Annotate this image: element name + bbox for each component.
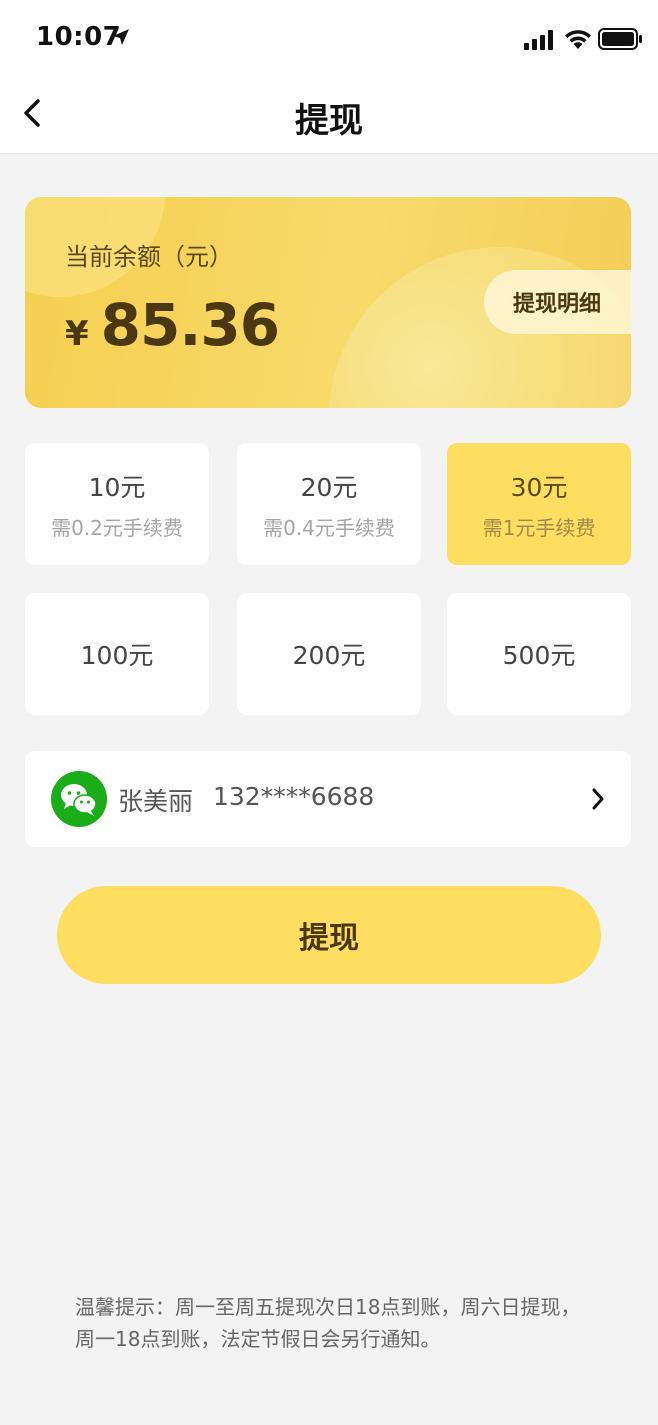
balance-card: 当前余额（元） ¥ 85.36 提现明细: [25, 197, 631, 408]
option-fee: 需0.4元手续费: [263, 515, 395, 540]
chevron-right-icon: [592, 788, 604, 810]
withdraw-detail-button[interactable]: 提现明细: [484, 270, 631, 334]
withdraw-account-row[interactable]: 张美丽 132****6688: [25, 751, 631, 847]
page-title: 提现: [295, 101, 363, 141]
nav-bar: 提现: [0, 75, 658, 154]
option-fee: 需0.2元手续费: [51, 515, 183, 540]
status-bar: 10:07: [0, 0, 658, 75]
option-amount: 500元: [502, 641, 576, 670]
balance-amount: ¥ 85.36: [65, 291, 280, 359]
account-phone: 132****6688: [213, 782, 375, 811]
signal-icon: [524, 30, 553, 50]
amount-option-100[interactable]: 100元: [25, 593, 209, 715]
option-amount: 10元: [88, 472, 146, 502]
tips-text: 温馨提示：周一至周五提现次日18点到账，周六日提现，周一18点到账，法定节假日会…: [75, 1295, 581, 1351]
amount-option-10[interactable]: 10元 需0.2元手续费: [25, 443, 209, 565]
amount-option-200[interactable]: 200元: [237, 593, 421, 715]
amount-option-20[interactable]: 20元 需0.4元手续费: [237, 443, 421, 565]
option-amount: 20元: [300, 472, 358, 502]
option-amount: 30元: [510, 472, 568, 502]
wifi-icon: [565, 30, 591, 49]
location-arrow-icon: [113, 29, 129, 45]
amount-option-30[interactable]: 30元 需1元手续费: [447, 443, 631, 565]
balance-value: 85.36: [100, 291, 280, 359]
amount-option-500[interactable]: 500元: [447, 593, 631, 715]
option-amount: 100元: [80, 641, 154, 670]
option-fee: 需1元手续费: [482, 515, 596, 540]
currency-symbol: ¥: [65, 314, 89, 354]
status-time: 10:07: [36, 22, 122, 52]
balance-label: 当前余额（元）: [65, 243, 233, 271]
battery-icon: [598, 28, 642, 50]
withdraw-button[interactable]: 提现: [57, 886, 601, 984]
option-amount: 200元: [292, 641, 366, 670]
wechat-icon: [51, 771, 107, 827]
account-name: 张美丽: [118, 787, 194, 816]
